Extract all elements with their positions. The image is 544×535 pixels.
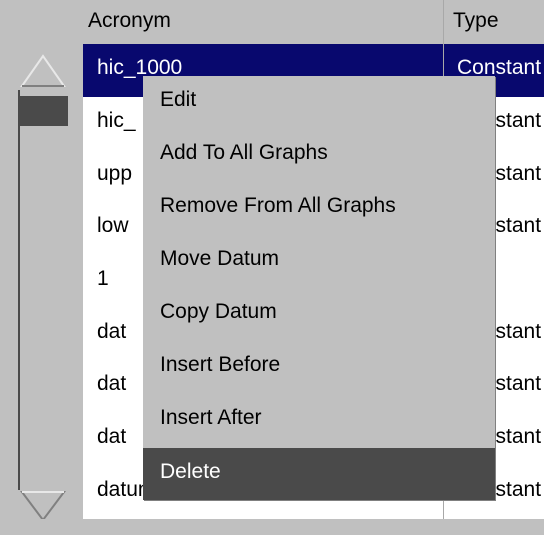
menu-item-copy-datum[interactable]: Copy Datum bbox=[143, 288, 495, 340]
cell-acronym: hic_ bbox=[97, 109, 136, 132]
cell-acronym: dat bbox=[97, 372, 127, 395]
menu-item-label: Insert Before bbox=[160, 353, 281, 376]
menu-item-label: Copy Datum bbox=[160, 300, 277, 323]
cell-acronym: 1 bbox=[97, 267, 109, 290]
menu-item-label: Delete bbox=[160, 460, 221, 483]
scrollbar-thumb[interactable] bbox=[20, 96, 68, 126]
cell-acronym: low bbox=[97, 214, 129, 237]
menu-item-label: Add To All Graphs bbox=[160, 141, 328, 164]
column-divider[interactable] bbox=[443, 0, 444, 44]
list-header: Acronym Type bbox=[0, 0, 544, 44]
menu-item-move-datum[interactable]: Move Datum bbox=[143, 235, 495, 287]
column-header-acronym[interactable]: Acronym bbox=[88, 9, 171, 33]
menu-item-delete[interactable]: Delete bbox=[143, 448, 495, 500]
list-footer bbox=[0, 519, 544, 535]
cell-acronym: dat bbox=[97, 425, 127, 448]
menu-item-add-to-all-graphs[interactable]: Add To All Graphs bbox=[143, 129, 495, 181]
scroll-down-icon[interactable] bbox=[20, 488, 66, 522]
cell-acronym: dat bbox=[97, 320, 127, 343]
menu-item-insert-before[interactable]: Insert Before bbox=[143, 341, 495, 393]
menu-item-insert-after[interactable]: Insert After bbox=[143, 394, 495, 446]
context-menu: Edit Add To All Graphs Remove From All G… bbox=[143, 76, 495, 500]
menu-item-label: Insert After bbox=[160, 406, 262, 429]
menu-item-label: Remove From All Graphs bbox=[160, 194, 396, 217]
cell-acronym: upp bbox=[97, 162, 133, 185]
menu-item-label: Move Datum bbox=[160, 247, 280, 270]
menu-item-label: Edit bbox=[160, 88, 197, 111]
column-header-type[interactable]: Type bbox=[453, 9, 499, 33]
menu-item-remove-from-all-graphs[interactable]: Remove From All Graphs bbox=[143, 182, 495, 234]
menu-item-edit[interactable]: Edit bbox=[143, 76, 495, 128]
scrollbar-groove bbox=[18, 90, 20, 490]
scroll-up-icon[interactable] bbox=[20, 50, 66, 90]
